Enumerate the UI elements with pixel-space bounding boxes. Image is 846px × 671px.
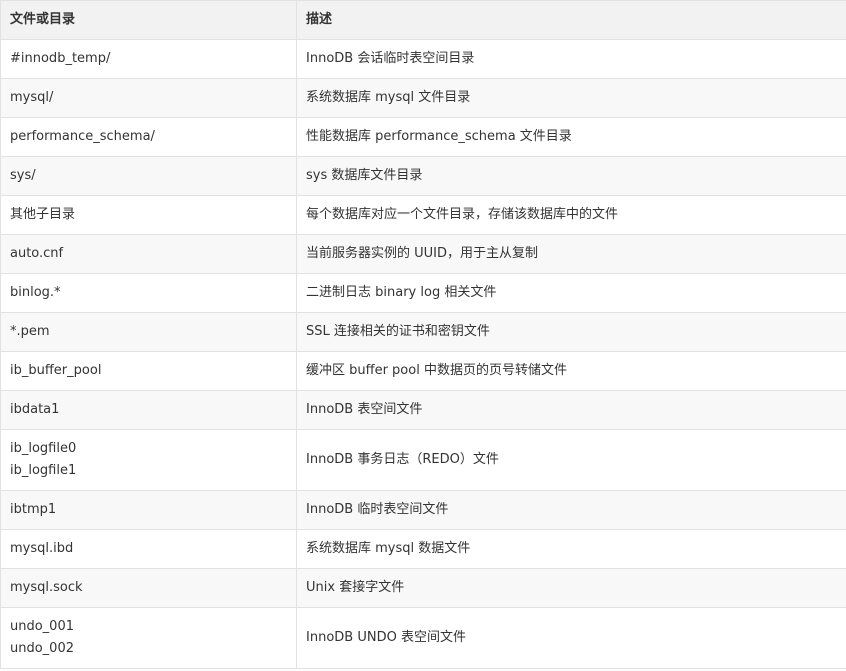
file-name: undo_001 <box>10 619 74 634</box>
description-cell: 当前服务器实例的 UUID，用于主从复制 <box>296 234 846 274</box>
file-name: mysql.sock <box>10 580 83 595</box>
file-name-cell: ib_buffer_pool <box>0 351 297 391</box>
file-directory-table: 文件或目录 描述 #innodb_temp/ InnoDB 会话临时表空间目录 … <box>0 0 846 669</box>
description-cell: InnoDB 临时表空间文件 <box>296 490 846 530</box>
table-row: #innodb_temp/ InnoDB 会话临时表空间目录 <box>0 39 846 79</box>
file-name: undo_002 <box>10 641 74 656</box>
file-name-cell: mysql/ <box>0 78 297 118</box>
file-name: ib_buffer_pool <box>10 363 102 378</box>
file-name-cell: binlog.* <box>0 273 297 313</box>
description-cell: sys 数据库文件目录 <box>296 156 846 196</box>
file-name-cell: undo_001 undo_002 <box>0 607 297 669</box>
file-name: binlog.* <box>10 285 61 300</box>
table-row: undo_001 undo_002 InnoDB UNDO 表空间文件 <box>0 607 846 669</box>
file-name: #innodb_temp/ <box>10 51 111 66</box>
description-cell: 缓冲区 buffer pool 中数据页的页号转储文件 <box>296 351 846 391</box>
file-name: ibtmp1 <box>10 502 57 517</box>
table-row: mysql.sock Unix 套接字文件 <box>0 568 846 608</box>
file-name: performance_schema/ <box>10 129 155 144</box>
file-name-cell: mysql.sock <box>0 568 297 608</box>
description-cell: 每个数据库对应一个文件目录，存储该数据库中的文件 <box>296 195 846 235</box>
file-name: 其他子目录 <box>10 207 76 222</box>
file-name-cell: sys/ <box>0 156 297 196</box>
description-cell: InnoDB UNDO 表空间文件 <box>296 607 846 669</box>
table-header-row: 文件或目录 描述 <box>0 0 846 40</box>
description-cell: InnoDB 表空间文件 <box>296 390 846 430</box>
file-name-cell: #innodb_temp/ <box>0 39 297 79</box>
description-cell: 二进制日志 binary log 相关文件 <box>296 273 846 313</box>
file-name: mysql/ <box>10 90 54 105</box>
file-name: mysql.ibd <box>10 541 74 556</box>
table-row: sys/ sys 数据库文件目录 <box>0 156 846 196</box>
table-row: mysql/ 系统数据库 mysql 文件目录 <box>0 78 846 118</box>
file-name: ibdata1 <box>10 402 60 417</box>
table-row: *.pem SSL 连接相关的证书和密钥文件 <box>0 312 846 352</box>
table-row: auto.cnf 当前服务器实例的 UUID，用于主从复制 <box>0 234 846 274</box>
file-name: *.pem <box>10 324 50 339</box>
file-name-cell: performance_schema/ <box>0 117 297 157</box>
file-name: ib_logfile1 <box>10 463 77 478</box>
description-cell: SSL 连接相关的证书和密钥文件 <box>296 312 846 352</box>
table-row: ibtmp1 InnoDB 临时表空间文件 <box>0 490 846 530</box>
header-description: 描述 <box>296 0 846 40</box>
file-name-cell: ibtmp1 <box>0 490 297 530</box>
file-name: auto.cnf <box>10 246 64 261</box>
table-row: ib_logfile0 ib_logfile1 InnoDB 事务日志（REDO… <box>0 429 846 491</box>
description-cell: InnoDB 会话临时表空间目录 <box>296 39 846 79</box>
file-name-cell: ibdata1 <box>0 390 297 430</box>
table-row: performance_schema/ 性能数据库 performance_sc… <box>0 117 846 157</box>
table-row: ibdata1 InnoDB 表空间文件 <box>0 390 846 430</box>
table-row: ib_buffer_pool 缓冲区 buffer pool 中数据页的页号转储… <box>0 351 846 391</box>
description-cell: 系统数据库 mysql 数据文件 <box>296 529 846 569</box>
file-name-cell: ib_logfile0 ib_logfile1 <box>0 429 297 491</box>
description-cell: 系统数据库 mysql 文件目录 <box>296 78 846 118</box>
table-row: 其他子目录 每个数据库对应一个文件目录，存储该数据库中的文件 <box>0 195 846 235</box>
header-file-or-directory: 文件或目录 <box>0 0 297 40</box>
description-cell: 性能数据库 performance_schema 文件目录 <box>296 117 846 157</box>
file-name-cell: mysql.ibd <box>0 529 297 569</box>
table-row: binlog.* 二进制日志 binary log 相关文件 <box>0 273 846 313</box>
description-cell: Unix 套接字文件 <box>296 568 846 608</box>
file-name-cell: 其他子目录 <box>0 195 297 235</box>
table-row: mysql.ibd 系统数据库 mysql 数据文件 <box>0 529 846 569</box>
file-name: ib_logfile0 <box>10 441 77 456</box>
file-name-cell: auto.cnf <box>0 234 297 274</box>
description-cell: InnoDB 事务日志（REDO）文件 <box>296 429 846 491</box>
file-name: sys/ <box>10 168 36 183</box>
file-name-cell: *.pem <box>0 312 297 352</box>
